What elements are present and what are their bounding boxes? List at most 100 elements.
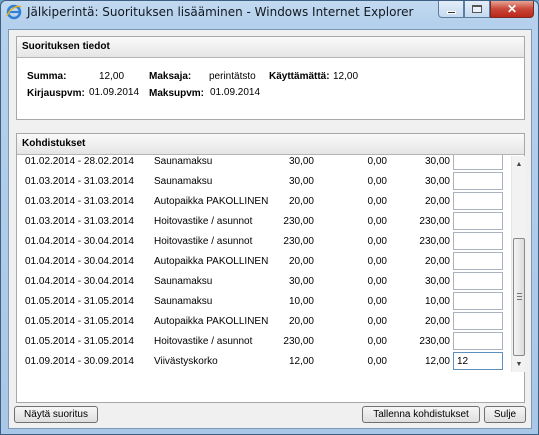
open-cell: 10,00 (424, 296, 450, 307)
description-cell: Hoitovastike / asunnot (154, 336, 253, 347)
scroll-up-arrow-icon[interactable]: ▲ (513, 157, 525, 171)
amount-cell: 230,00 (283, 236, 314, 247)
allocation-amount-input[interactable] (453, 312, 503, 330)
browser-window: Jälkiperintä: Suorituksen lisääminen - W… (0, 0, 539, 435)
period-cell: 01.04.2014 - 30.04.2014 (25, 236, 134, 247)
kirjauspvm-label: Kirjauspvm: (27, 88, 85, 99)
paid-cell: 0,00 (367, 336, 387, 347)
show-payment-button[interactable]: Näytä suoritus (14, 406, 98, 423)
table-row: 01.03.2014 - 31.03.2014 Hoitovastike / as… (17, 211, 507, 231)
paid-cell: 0,00 (367, 356, 387, 367)
allocations-list: 01.02.2014 - 28.02.2014 Saunamaksu 30,00 0,… (17, 155, 507, 373)
amount-cell: 20,00 (288, 316, 314, 327)
period-cell: 01.03.2014 - 31.03.2014 (25, 196, 134, 207)
table-row: 01.03.2014 - 31.03.2014 Autopaikka PAKOLL… (17, 191, 507, 211)
table-row: 01.04.2014 - 30.04.2014 Autopaikka PAKOLL… (17, 251, 507, 271)
open-cell: 12,00 (424, 356, 450, 367)
table-row: 01.05.2014 - 31.05.2014 Hoitovastike / as… (17, 331, 507, 351)
table-row: 01.03.2014 - 31.03.2014 Saunamaksu 30,00 0,… (17, 171, 507, 191)
close-icon: ✕ (506, 2, 518, 16)
allocation-amount-input[interactable] (453, 332, 503, 350)
description-cell: Autopaikka PAKOLLINEN (154, 316, 269, 327)
amount-cell: 30,00 (288, 176, 314, 187)
allocation-amount-input[interactable] (453, 252, 503, 270)
scroll-down-arrow-icon[interactable]: ▼ (513, 357, 525, 371)
period-cell: 01.03.2014 - 31.03.2014 (25, 176, 134, 187)
table-row: 01.05.2014 - 31.05.2014 Autopaikka PAKOLL… (17, 311, 507, 331)
save-allocations-button[interactable]: Tallenna kohdistukset (362, 406, 480, 423)
allocation-amount-input[interactable] (453, 212, 503, 230)
table-row: 01.09.2014 - 30.09.2014 Viivästyskorko 12,… (17, 351, 507, 371)
close-window-button[interactable]: ✕ (490, 1, 534, 18)
close-button[interactable]: Sulje (484, 406, 526, 423)
allocation-amount-input[interactable] (453, 272, 503, 290)
table-row: 01.05.2014 - 31.05.2014 Saunamaksu 10,00 0,… (17, 291, 507, 311)
description-cell: Hoitovastike / asunnot (154, 216, 253, 227)
summa-value: 12,00 (99, 71, 125, 82)
paid-cell: 0,00 (367, 176, 387, 187)
allocation-amount-input[interactable] (453, 292, 503, 310)
thumb-grip (517, 299, 522, 300)
description-cell: Viivästyskorko (154, 356, 218, 367)
period-cell: 01.04.2014 - 30.04.2014 (25, 276, 134, 287)
amount-cell: 30,00 (288, 276, 314, 287)
paid-cell: 0,00 (367, 236, 387, 247)
window-controls: ✕ (438, 1, 534, 19)
period-cell: 01.09.2014 - 30.09.2014 (25, 356, 134, 367)
open-cell: 230,00 (419, 236, 450, 247)
allocation-amount-input[interactable] (453, 192, 503, 210)
maksaja-value: perintätsto (209, 71, 256, 82)
description-cell: Saunamaksu (154, 176, 213, 187)
maximize-button[interactable] (464, 1, 490, 18)
description-cell: Saunamaksu (154, 276, 213, 287)
allocation-amount-input[interactable] (453, 232, 503, 250)
thumb-grip (517, 296, 522, 297)
dialog-content: Suorituksen tiedot Summa: 12,00 Maksaja:… (8, 29, 532, 429)
amount-cell: 12,00 (288, 356, 314, 367)
scroll-thumb[interactable] (513, 238, 525, 356)
table-row: 01.04.2014 - 30.04.2014 Hoitovastike / as… (17, 231, 507, 251)
paid-cell: 0,00 (367, 316, 387, 327)
maksaja-label: Maksaja: (149, 71, 192, 82)
period-cell: 01.04.2014 - 30.04.2014 (25, 256, 134, 267)
kayttamatta-label: Käyttämättä: (269, 71, 330, 82)
kayttamatta-value: 12,00 (333, 71, 359, 82)
open-cell: 30,00 (424, 176, 450, 187)
vertical-scrollbar[interactable]: ▲ ▼ (511, 156, 525, 372)
allocations-panel: Kohdistukset 01.02.2014 - 28.02.2014 Saun… (16, 133, 525, 403)
description-cell: Autopaikka PAKOLLINEN (154, 196, 269, 207)
allocation-amount-input[interactable] (453, 172, 503, 190)
paid-cell: 0,00 (367, 196, 387, 207)
maximize-icon (472, 5, 482, 13)
amount-cell: 230,00 (283, 336, 314, 347)
open-cell: 30,00 (424, 276, 450, 287)
minimize-button[interactable] (438, 1, 464, 18)
allocations-title: Kohdistukset (17, 134, 524, 155)
kirjauspvm-value: 01.09.2014 (89, 87, 140, 98)
amount-cell: 20,00 (288, 196, 314, 207)
open-cell: 20,00 (424, 316, 450, 327)
payment-info-panel: Suorituksen tiedot Summa: 12,00 Maksaja:… (16, 36, 525, 120)
amount-cell: 230,00 (283, 216, 314, 227)
open-cell: 20,00 (424, 256, 450, 267)
allocation-amount-input[interactable] (453, 352, 503, 370)
summa-label: Summa: (27, 71, 67, 82)
minimize-icon (446, 10, 456, 14)
table-row: 01.04.2014 - 30.04.2014 Saunamaksu 30,00 0,… (17, 271, 507, 291)
open-cell: 30,00 (424, 156, 450, 167)
internet-explorer-icon (6, 4, 22, 20)
open-cell: 20,00 (424, 196, 450, 207)
paid-cell: 0,00 (367, 256, 387, 267)
period-cell: 01.02.2014 - 28.02.2014 (25, 156, 134, 167)
amount-cell: 10,00 (288, 296, 314, 307)
payment-info-title: Suorituksen tiedot (17, 37, 524, 58)
title-bar: Jälkiperintä: Suorituksen lisääminen - W… (1, 1, 538, 25)
description-cell: Hoitovastike / asunnot (154, 236, 253, 247)
allocation-amount-input[interactable] (453, 155, 503, 170)
description-cell: Saunamaksu (154, 156, 213, 167)
maksupvm-label: Maksupvm: (149, 88, 205, 99)
description-cell: Saunamaksu (154, 296, 213, 307)
period-cell: 01.05.2014 - 31.05.2014 (25, 336, 134, 347)
description-cell: Autopaikka PAKOLLINEN (154, 256, 269, 267)
maksupvm-value: 01.09.2014 (210, 87, 261, 98)
